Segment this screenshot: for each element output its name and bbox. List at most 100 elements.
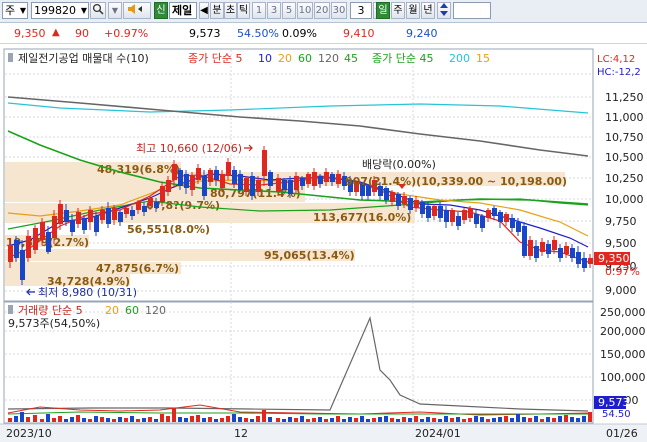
volume-bar	[432, 418, 436, 422]
low-annotation: 최저 8,980 (10/31)	[38, 286, 137, 299]
ma120-legend: 120	[318, 52, 339, 65]
volume-bar	[256, 416, 260, 422]
volume-bar	[462, 419, 466, 422]
interval-30-button[interactable]: 30	[331, 2, 347, 19]
month-button[interactable]: 월	[406, 2, 420, 19]
volume-bar	[288, 417, 292, 422]
candlestick	[250, 172, 255, 200]
volume-bar	[528, 418, 532, 422]
profile-label: 113,677(16.0%)	[313, 211, 411, 224]
volume-ma-label[interactable]: 거래량 단순 5	[18, 304, 83, 317]
volume-bar	[160, 414, 164, 422]
volume-bar	[148, 417, 152, 422]
volume-bar	[396, 419, 400, 422]
volume-bar	[82, 418, 86, 422]
volume-bar	[214, 419, 218, 422]
volume-bar	[360, 416, 364, 422]
volume-bar	[58, 416, 62, 422]
day-button[interactable]: 일	[376, 2, 390, 19]
second-button[interactable]: 초	[224, 2, 237, 19]
volume-bar	[384, 416, 388, 422]
volume-bar	[330, 418, 334, 422]
volume-bar	[276, 418, 280, 422]
new-listing-button[interactable]: 신	[154, 2, 168, 19]
date-label: 01/26	[606, 427, 638, 440]
volume-bar	[20, 412, 24, 422]
market-label: 주	[5, 4, 16, 17]
price-axis-label: 10,250	[605, 172, 644, 185]
date-label: 2023/10	[6, 427, 52, 440]
current-price: 9,350	[14, 27, 46, 40]
search-button[interactable]	[90, 2, 106, 19]
volume-axis-label: 150,000	[600, 348, 646, 361]
prev-period-button[interactable]: ◀	[199, 2, 209, 19]
price-tag-text: 9,350	[598, 252, 630, 265]
volume-bar	[324, 419, 328, 422]
company-name-field: 제일	[169, 2, 197, 19]
up-arrow-icon: ▲	[52, 27, 60, 38]
volume-bar	[64, 419, 68, 422]
volume-bar	[534, 416, 538, 422]
turnover-rate: 0.09%	[282, 27, 317, 40]
volume-bar	[154, 419, 158, 422]
ma20-legend: 20	[278, 52, 292, 65]
low-price: 9,240	[406, 27, 438, 40]
indicator-title[interactable]: 제일전기공업 매물대 수(10)	[18, 51, 149, 65]
price-axis-label: 11,250	[605, 91, 644, 104]
ma-legend-label[interactable]: 종가 단순 5	[188, 52, 242, 65]
option-button[interactable]: ▼	[108, 2, 122, 19]
interval-5-button[interactable]: 5	[282, 2, 296, 19]
interval-10-button[interactable]: 10	[297, 2, 313, 19]
volume-bar	[184, 418, 188, 422]
vol-ma60-legend: 60	[125, 304, 139, 317]
volume-bar	[390, 418, 394, 422]
volume-bar	[438, 419, 442, 422]
stock-code-value: 199820	[34, 4, 76, 17]
week-button[interactable]: 주	[391, 2, 405, 19]
interval-3-button[interactable]: 3	[267, 2, 281, 19]
volume-bar	[94, 416, 98, 422]
volume-bar	[420, 419, 424, 422]
toolbar: 주 ▼ 199820 ▼ ▼ 신 제일 ◀ 분 초 틱 1 3 5 10 20 …	[0, 0, 647, 23]
hc-value: HC:-12,2	[597, 67, 641, 78]
volume-bar	[190, 416, 194, 422]
volume-bar	[166, 416, 170, 422]
custom-interval-value: 3	[357, 4, 365, 17]
minute-button[interactable]: 분	[210, 2, 224, 19]
pct-tag-text: 0.97%	[605, 265, 640, 278]
volume-bar	[26, 417, 30, 422]
stock-chart[interactable]: 48,319(6.8%) 80,797(11.4%) 56,551(8.0%) …	[0, 44, 647, 442]
volume-bar	[250, 419, 254, 422]
stock-code-input[interactable]: 199820 ▼	[31, 2, 89, 19]
range-annotation: 907(21.4%)(10,339.00 ~ 10,198.00)	[345, 175, 567, 188]
volume-bar	[468, 418, 472, 422]
volume-bar	[426, 417, 430, 422]
volume-axis-label: 100,000	[600, 371, 646, 384]
volume-bar	[318, 417, 322, 422]
volume-tag-text: 9,573	[598, 396, 630, 409]
interval-20-button[interactable]: 20	[314, 2, 330, 19]
updown-button[interactable]	[437, 2, 451, 19]
date-label: 12	[234, 427, 248, 440]
sound-button[interactable]	[123, 2, 151, 19]
price-change: 90	[75, 27, 89, 40]
price-axis-label: 10,750	[605, 131, 644, 144]
volume-bar	[100, 417, 104, 422]
volume-bar	[492, 418, 496, 422]
volume-bar	[402, 417, 406, 422]
volume-bar	[124, 418, 128, 422]
chevron-down-icon: ▼	[80, 6, 87, 15]
volume-bar	[76, 415, 80, 422]
interval-1-button[interactable]: 1	[252, 2, 266, 19]
ma2-legend-label[interactable]: 종가 단순 45	[372, 52, 433, 65]
extra-input[interactable]	[453, 2, 491, 19]
volume-axis-label: 200,000	[600, 325, 646, 338]
volume-bar	[226, 416, 230, 422]
volume-current: 9,573주(54,50%)	[8, 317, 100, 330]
year-button[interactable]: 년	[421, 2, 435, 19]
tick-button[interactable]: 틱	[237, 2, 250, 19]
custom-interval-select[interactable]: 3	[350, 2, 372, 19]
price-axis-label: 11,000	[605, 111, 644, 124]
volume-bar	[70, 417, 74, 422]
market-select[interactable]: 주 ▼	[2, 2, 28, 19]
